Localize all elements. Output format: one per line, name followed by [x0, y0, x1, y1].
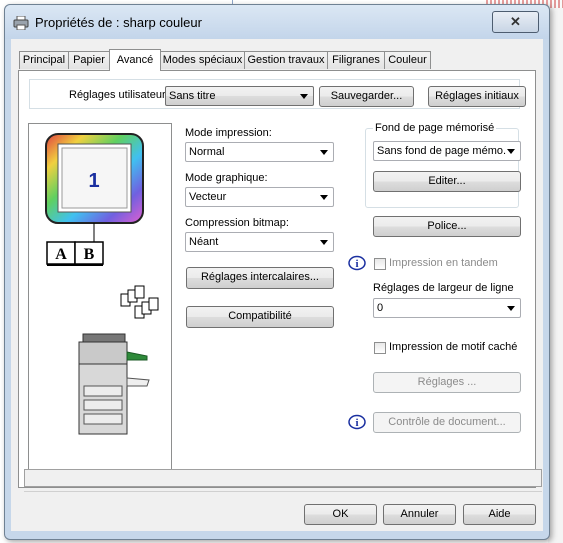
- initial-settings-button[interactable]: Réglages initiaux: [428, 86, 526, 107]
- close-icon: ✕: [510, 14, 521, 29]
- info-icon: i: [348, 255, 366, 271]
- info-icon: i: [348, 414, 366, 430]
- tandem-label: Impression en tandem: [389, 257, 498, 269]
- chevron-down-icon: [320, 240, 328, 245]
- edit-button[interactable]: Editer...: [373, 171, 521, 192]
- svg-text:i: i: [355, 417, 358, 429]
- hidden-pattern-checkbox[interactable]: [374, 342, 386, 354]
- hidden-pattern-label: Impression de motif caché: [389, 341, 518, 353]
- multi-page-icon: [120, 285, 159, 319]
- user-settings-label: Réglages utilisateur:: [69, 89, 169, 101]
- user-settings-value: Sans titre: [169, 90, 216, 102]
- properties-dialog: Propriétés de : sharp couleur ✕ Principa…: [4, 4, 550, 540]
- intercalaires-button[interactable]: Réglages intercalaires...: [186, 267, 334, 289]
- tab-papier[interactable]: Papier: [68, 51, 110, 69]
- page-number: 1: [88, 170, 99, 192]
- background-group: [365, 128, 519, 208]
- tab-couleur[interactable]: Couleur: [384, 51, 431, 69]
- desktop-background: [548, 0, 563, 543]
- close-button[interactable]: ✕: [492, 11, 539, 33]
- font-button[interactable]: Police...: [373, 216, 521, 237]
- line-width-value: 0: [377, 302, 384, 314]
- compression-select[interactable]: Néant: [185, 232, 334, 252]
- line-width-select[interactable]: 0: [373, 298, 521, 318]
- tandem-checkbox[interactable]: [374, 258, 386, 270]
- background-group-label: Fond de page mémorisé: [373, 122, 497, 134]
- document-control-button[interactable]: Contrôle de document...: [373, 412, 521, 433]
- print-preview: 1 A B: [28, 123, 172, 473]
- letter-b: B: [84, 246, 95, 263]
- graphic-mode-value: Vecteur: [189, 191, 227, 203]
- chevron-down-icon: [300, 94, 308, 99]
- background-select[interactable]: Sans fond de page mémo.: [373, 141, 521, 161]
- chevron-down-icon: [320, 150, 328, 155]
- chevron-down-icon: [507, 306, 515, 311]
- compression-value: Néant: [189, 236, 219, 248]
- window-title: Propriétés de : sharp couleur: [35, 15, 202, 30]
- chevron-down-icon: [507, 149, 515, 154]
- tab-modes-speciaux[interactable]: Modes spéciaux: [160, 51, 245, 69]
- save-button[interactable]: Sauvegarder...: [319, 86, 414, 107]
- cancel-button[interactable]: Annuler: [383, 504, 456, 525]
- compatibility-button[interactable]: Compatibilité: [186, 306, 334, 328]
- compression-label: Compression bitmap:: [185, 217, 289, 229]
- copier-icon: [78, 333, 150, 435]
- chevron-down-icon: [320, 195, 328, 200]
- print-mode-select[interactable]: Normal: [185, 142, 334, 162]
- settings-button[interactable]: Réglages ...: [373, 372, 521, 393]
- print-mode-label: Mode impression:: [185, 127, 272, 139]
- tab-filigranes[interactable]: Filigranes: [327, 51, 385, 69]
- tab-avance[interactable]: Avancé: [109, 49, 161, 71]
- dialog-client: Principal Papier Avancé Modes spéciaux G…: [11, 39, 543, 531]
- svg-text:i: i: [355, 258, 358, 270]
- line-width-label: Réglages de largeur de ligne: [373, 282, 514, 294]
- graphic-mode-select[interactable]: Vecteur: [185, 187, 334, 207]
- help-button[interactable]: Aide: [463, 504, 536, 525]
- status-bar: [24, 469, 542, 487]
- tab-panel-avance: Réglages utilisateur: Sans titre Sauvega…: [18, 70, 536, 488]
- ok-button[interactable]: OK: [304, 504, 377, 525]
- title-bar: Propriétés de : sharp couleur ✕: [5, 5, 549, 39]
- background-value: Sans fond de page mémo.: [377, 145, 507, 157]
- print-mode-value: Normal: [189, 146, 225, 158]
- user-settings-select[interactable]: Sans titre: [165, 86, 314, 106]
- tab-gestion-travaux[interactable]: Gestion travaux: [244, 51, 328, 69]
- letter-a: A: [55, 246, 67, 263]
- tab-principal[interactable]: Principal: [19, 51, 69, 69]
- separator: [24, 491, 542, 492]
- printer-icon: [13, 15, 29, 31]
- graphic-mode-label: Mode graphique:: [185, 172, 268, 184]
